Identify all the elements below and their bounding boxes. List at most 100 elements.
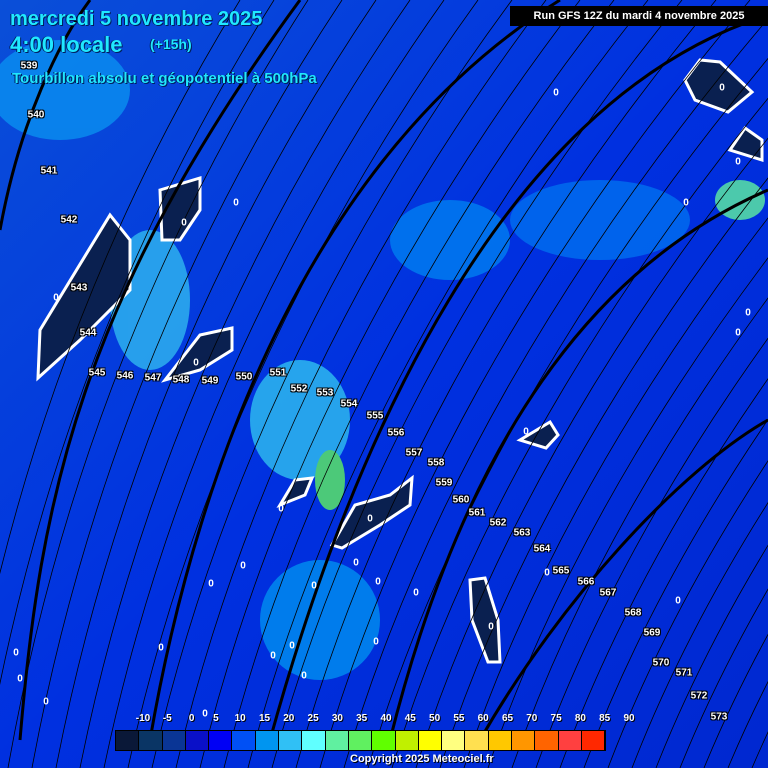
colorbar-tick-label: 30 [331, 713, 343, 724]
colorbar-tick-label: 15 [258, 713, 271, 724]
colorbar-tick-label: -10 [135, 713, 151, 724]
zero-vorticity-label: 0 [735, 327, 741, 339]
colorbar-tick-label: 20 [283, 713, 295, 724]
colorbar-swatch [512, 731, 536, 750]
zero-vorticity-label: 0 [353, 557, 359, 569]
contour-label: 561 [468, 507, 486, 519]
colorbar-tick-label: -5 [162, 713, 172, 724]
zero-vorticity-label: 0 [683, 197, 689, 209]
colorbar-tick-label: 10 [234, 713, 246, 724]
contour-label: 569 [643, 627, 661, 639]
contour-label: 563 [513, 527, 531, 539]
zero-vorticity-label: 0 [240, 560, 246, 572]
colorbar-swatch [139, 731, 163, 750]
zero-vorticity-label: 0 [544, 567, 550, 579]
colorbar-tick-label: 40 [380, 713, 392, 724]
contour-label: 549 [201, 375, 219, 387]
colorbar-tick-label: 55 [453, 713, 465, 724]
contour-label: 551 [269, 367, 287, 379]
contour-label: 559 [435, 477, 453, 489]
zero-vorticity-label: 0 [233, 197, 239, 209]
contour-label: 544 [79, 327, 97, 339]
contour-label: 568 [624, 607, 642, 619]
zero-vorticity-label: 0 [301, 670, 307, 682]
zero-vorticity-label: 0 [311, 580, 317, 592]
colorbar-swatch [325, 731, 349, 750]
colorbar-swatch [255, 731, 280, 750]
contour-label: 545 [88, 367, 106, 379]
colorbar-swatch [348, 731, 373, 750]
zero-vorticity-label: 0 [13, 647, 19, 659]
colorbar-tick-label: 80 [574, 713, 586, 724]
contour-label: 547 [144, 372, 162, 384]
colorbar-swatch [442, 731, 466, 750]
zero-vorticity-label: 0 [523, 426, 529, 438]
colorbar-tick-label: 50 [429, 713, 441, 724]
zero-vorticity-label: 0 [553, 87, 559, 99]
contour-label: 558 [427, 457, 445, 469]
colorbar-swatch [116, 731, 140, 750]
colorbar-swatch [535, 731, 559, 750]
contour-label: 553 [316, 387, 334, 399]
contour-label: 556 [387, 427, 405, 439]
colorbar-tick-label: 35 [356, 713, 368, 724]
colorbar-swatch [418, 731, 443, 750]
contour-label: 557 [405, 447, 423, 459]
contour-label: 540 [27, 109, 45, 121]
contour-label: 552 [290, 383, 308, 395]
colorbar-swatch [558, 731, 582, 750]
forecast-time: 4:00 locale [10, 32, 123, 57]
colorbar-tick-label: 75 [550, 713, 562, 724]
zero-vorticity-label: 0 [367, 513, 373, 525]
zero-vorticity-label: 0 [373, 636, 379, 648]
contour-label: 542 [60, 214, 78, 226]
colorbar-swatch [302, 731, 326, 750]
colorbar-tick-label: 60 [477, 713, 489, 724]
zero-vorticity-label: 0 [488, 621, 494, 633]
colorbar-swatch [185, 731, 210, 750]
zero-vorticity-label: 0 [17, 673, 23, 685]
contour-label: 548 [172, 374, 190, 386]
contour-label: 572 [690, 690, 708, 702]
zero-vorticity-label: 0 [53, 292, 59, 304]
zero-vorticity-label: 0 [43, 696, 49, 708]
zero-vorticity-label: 0 [675, 595, 681, 607]
colorbar-tick-label: 70 [526, 713, 538, 724]
colorbar-swatch [465, 731, 489, 750]
contour-label: 571 [675, 667, 693, 679]
colorbar-swatch [209, 731, 233, 750]
zero-vorticity-label: 0 [745, 307, 751, 319]
contour-label: 565 [552, 565, 570, 577]
contour-label: 570 [652, 657, 670, 669]
copyright: Copyright 2025 Meteociel.fr [350, 753, 494, 765]
zero-vorticity-label: 0 [719, 82, 725, 94]
zero-vorticity-label: 0 [278, 503, 284, 515]
colorbar-tick-label: 65 [501, 713, 514, 724]
zero-vorticity-label: 0 [193, 357, 199, 369]
forecast-date: mercredi 5 novembre 2025 [10, 8, 263, 30]
zero-vorticity-label: 0 [208, 578, 214, 590]
contour-label: 567 [599, 587, 617, 599]
forecast-offset: (+15h) [150, 36, 192, 52]
contour-label: 543 [70, 282, 88, 294]
zero-vorticity-label: 0 [375, 576, 381, 588]
contour-label: 560 [452, 494, 470, 506]
colorbar-swatch [372, 731, 396, 750]
contour-label: 562 [489, 517, 507, 529]
zero-vorticity-label: 0 [289, 640, 295, 652]
map-parameter-title: Tourbillon absolu et géopotentiel à 500h… [12, 70, 317, 87]
zero-vorticity-label: 0 [270, 650, 276, 662]
contour-label: 554 [340, 398, 358, 410]
contour-label: 566 [577, 576, 595, 588]
zero-vorticity-label: 0 [735, 156, 741, 168]
colorbar-tick-label: 0 [188, 713, 195, 724]
contour-label: 550 [235, 371, 253, 383]
model-run-label: Run GFS 12Z du mardi 4 novembre 2025 [510, 6, 768, 26]
colorbar-swatch [488, 731, 513, 750]
colorbar-tick-label: 85 [599, 713, 611, 724]
contour-label: 539 [20, 60, 38, 72]
colorbar-swatch [581, 731, 606, 750]
zero-vorticity-label: 0 [413, 587, 419, 599]
contour-label: 546 [116, 370, 134, 382]
colorbar-ticks: -10 -5 0 5 10 15 20 25 30 35 40 45 50 55 60 65 70 75 80 85 9… [115, 713, 640, 727]
